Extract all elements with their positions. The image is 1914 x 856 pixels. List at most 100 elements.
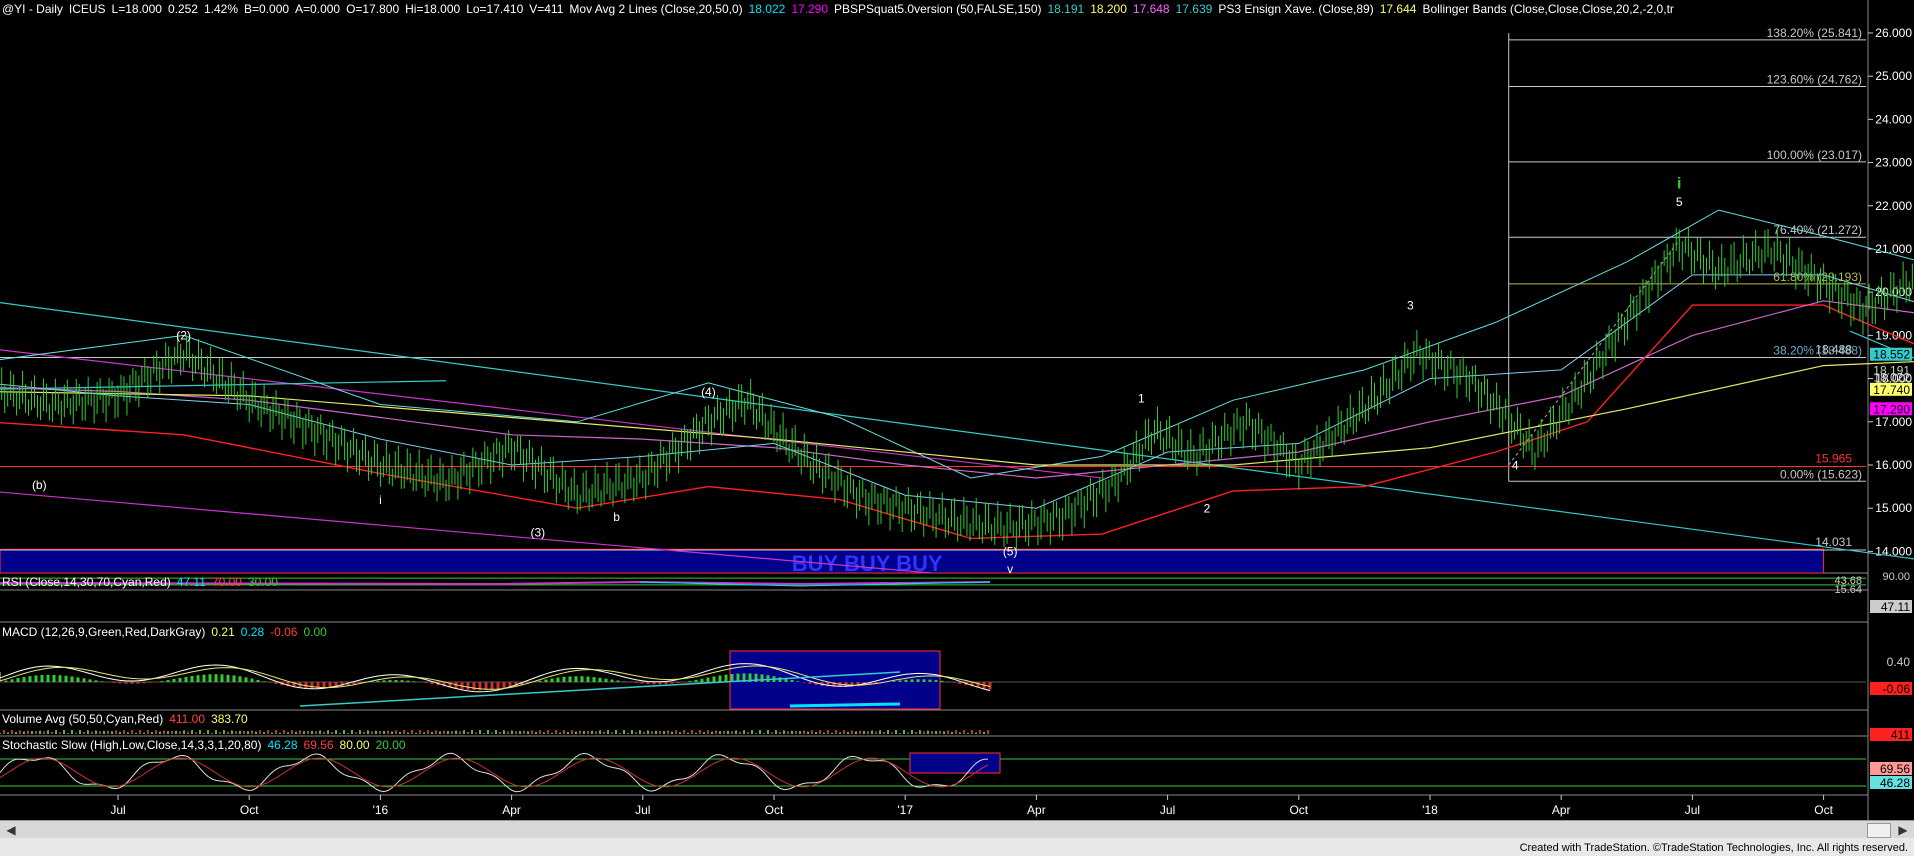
volume-tag: 411 <box>1891 728 1910 742</box>
macd-v4: 0.00 <box>303 625 327 639</box>
x-tick-label: Jul <box>1160 803 1175 817</box>
bollinger-lower <box>0 304 1914 540</box>
rsi-value: 47.11 <box>176 575 206 589</box>
wave-label: 2 <box>1204 502 1211 516</box>
ma2-value: 17.290 <box>791 2 829 16</box>
symbol-label: @YI - Daily <box>2 2 63 16</box>
y-tick-label: 26.000 <box>1875 26 1912 40</box>
stoch-box <box>909 752 1001 774</box>
x-tick-label: Apr <box>1027 803 1046 817</box>
y-tick-label: 23.000 <box>1875 156 1912 170</box>
ask-value: A=0.000 <box>295 2 341 16</box>
stoch-v3: 80.00 <box>339 738 370 752</box>
rsi-header: RSI (Close,14,30,70,Cyan,Red) 47.11 70.00 3… <box>2 575 284 589</box>
fib-label: 0.00% (15.623) <box>1780 467 1862 481</box>
wave-label: (3) <box>531 525 546 539</box>
stoch-v1: 46.28 <box>267 738 298 752</box>
macd-v2: 0.28 <box>240 625 265 639</box>
ma-indicator-name: Mov Avg 2 Lines (Close,20,50,0) <box>569 2 743 16</box>
ensign-value: 17.644 <box>1379 2 1417 16</box>
scroll-thumb[interactable] <box>1867 823 1891 838</box>
volume-header: Volume Avg (50,50,Cyan,Red) 411.00 383.70 <box>2 712 254 726</box>
trend-line <box>0 301 1914 560</box>
volume-value: V=411 <box>529 2 564 16</box>
price-level-label: 15.965 <box>1815 452 1852 466</box>
horizontal-scrollbar[interactable]: ◀ ▶ <box>0 820 1914 839</box>
x-tick-label: Oct <box>1289 803 1308 817</box>
y-tick-label: 16.000 <box>1875 458 1912 472</box>
stoch-v4: 20.00 <box>375 738 406 752</box>
x-tick-label: Apr <box>502 803 521 817</box>
macd-title: MACD (12,26,9,Green,Red,DarkGray) <box>2 625 206 639</box>
wave-label: 1 <box>1138 391 1145 405</box>
x-tick-label: Oct <box>765 803 784 817</box>
x-tick-label: '17 <box>897 803 913 817</box>
pbs3-value: 17.648 <box>1132 2 1170 16</box>
y-tick-label: 25.000 <box>1875 69 1912 83</box>
rsi-axis-label: 90.00 <box>1882 571 1910 583</box>
x-tick-label: Jul <box>635 803 650 817</box>
macd-header: MACD (12,26,9,Green,Red,DarkGray) 0.21 0.2… <box>2 625 333 639</box>
stoch-d-line <box>0 757 989 788</box>
stoch-tag: 46.28 <box>1880 776 1910 790</box>
rsi-title: RSI (Close,14,30,70,Cyan,Red) <box>2 575 171 589</box>
macd-axis-label: -0.06 <box>1883 682 1911 696</box>
y-tick-label: 17.000 <box>1875 415 1912 429</box>
last-price: L=18.000 <box>111 2 162 16</box>
x-tick-label: Apr <box>1552 803 1571 817</box>
bollinger-upper <box>0 209 1914 479</box>
x-tick-label: Jul <box>1685 803 1700 817</box>
ensign-line <box>0 361 1914 466</box>
chart-header: @YI - Daily ICEUS L=18.000 0.252 1.42% B=0.00… <box>2 2 1680 16</box>
fib-label: 100.00% (23.017) <box>1767 148 1862 162</box>
bb-indicator-name: Bollinger Bands (Close,Close,Close,20,2,… <box>1422 2 1674 16</box>
x-tick-label: '16 <box>373 803 389 817</box>
x-tick-label: '18 <box>1422 803 1438 817</box>
wave-label: (4) <box>701 385 716 399</box>
wave-label: i <box>1677 175 1681 192</box>
wave-label: i <box>379 493 382 507</box>
stoch-v2: 69.56 <box>303 738 334 752</box>
wave-label: (2) <box>176 329 191 343</box>
fib-label: 76.40% (21.272) <box>1773 223 1862 237</box>
scroll-left-icon[interactable]: ◀ <box>2 821 20 839</box>
rsi-tag: 47.11 <box>1881 600 1910 614</box>
x-tick-label: Jul <box>110 803 125 817</box>
y-tick-label: 15.000 <box>1875 501 1912 515</box>
open-value: O=17.800 <box>346 2 400 16</box>
trend-line <box>0 349 1103 479</box>
fib-label: 138.20% (25.841) <box>1767 26 1862 40</box>
ma1-value: 18.022 <box>748 2 786 16</box>
low-value: Lo=17.410 <box>466 2 524 16</box>
exchange-label: ICEUS <box>68 2 106 16</box>
pbs4-value: 17.639 <box>1175 2 1213 16</box>
wave-label: (b) <box>32 478 47 492</box>
wave-label: 5 <box>1676 195 1683 209</box>
wave-label: 3 <box>1407 298 1414 312</box>
volume-v1: 411.00 <box>169 712 206 726</box>
bid-value: B=0.000 <box>244 2 290 16</box>
macd-v1: 0.21 <box>211 625 235 639</box>
price-level-label: 18.488 <box>1815 343 1852 357</box>
ensign-indicator-name: PS3 Ensign Xave. (Close,89) <box>1218 2 1374 16</box>
price-tag: 17.740 <box>1873 383 1910 397</box>
wave-label: (5) <box>1003 545 1018 559</box>
pbs-indicator-name: PBSPSquat5.0version (50,FALSE,150) <box>834 2 1042 16</box>
pbs2-value: 18.200 <box>1090 2 1127 16</box>
x-tick-label: Oct <box>1814 803 1833 817</box>
high-value: Hi=18.000 <box>405 2 461 16</box>
macd-divergence-line <box>789 702 901 708</box>
y-tick-label: 21.000 <box>1875 242 1912 256</box>
change-value: 0.252 <box>167 2 198 16</box>
change-percent: 1.42% <box>203 2 238 16</box>
rsi-axis-label: 15.64 <box>1834 584 1862 596</box>
stoch-header: Stochastic Slow (High,Low,Close,14,3,3,1… <box>2 738 412 752</box>
fib-label: 123.60% (24.762) <box>1767 72 1862 86</box>
macd-v3: -0.06 <box>270 625 298 639</box>
y-tick-label: 24.000 <box>1875 112 1912 126</box>
scroll-right-icon[interactable]: ▶ <box>1894 821 1912 839</box>
ma50-line <box>0 300 1914 479</box>
volume-v2: 383.70 <box>211 712 248 726</box>
wave-label: v <box>1007 562 1013 576</box>
price-chart[interactable]: 26.00025.00024.00023.00022.00021.00020.0… <box>0 0 1914 856</box>
